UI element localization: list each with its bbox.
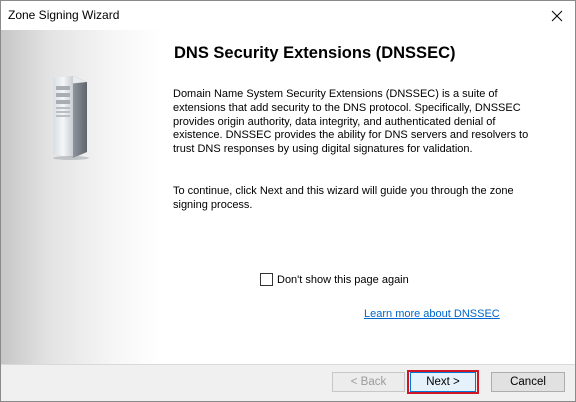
dont-show-again-checkbox[interactable]	[260, 273, 273, 286]
instruction-text: To continue, click Next and this wizard …	[173, 185, 514, 211]
wizard-content: DNS Security Extensions (DNSSEC) Domain …	[162, 30, 575, 364]
close-button[interactable]	[539, 1, 575, 30]
wizard-side-banner	[1, 30, 162, 364]
window-title: Zone Signing Wizard	[8, 8, 120, 22]
close-icon	[551, 10, 563, 21]
title-bar: Zone Signing Wizard	[1, 1, 575, 30]
learn-more-link[interactable]: Learn more about DNSSEC	[364, 308, 500, 320]
wizard-window: Zone Signing Wizard DNS Security Extensi…	[0, 0, 576, 402]
next-button[interactable]: Next >	[410, 372, 476, 392]
back-button[interactable]: < Back	[332, 372, 405, 392]
dont-show-again-option[interactable]: Don't show this page again	[260, 273, 409, 286]
page-title: DNS Security Extensions (DNSSEC)	[174, 44, 456, 62]
dont-show-again-label: Don't show this page again	[277, 273, 409, 286]
description-text: Domain Name System Security Extensions (…	[173, 88, 529, 156]
button-bar: < Back Next > Cancel	[1, 365, 575, 401]
server-tower-icon	[53, 76, 89, 160]
cancel-button[interactable]: Cancel	[491, 372, 565, 392]
